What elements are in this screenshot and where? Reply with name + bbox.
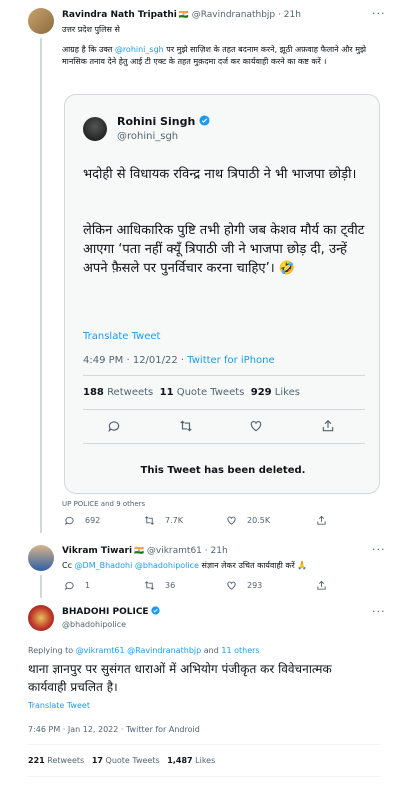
author-name[interactable]: Vikram Tiwari	[62, 546, 132, 556]
replying-others-link[interactable]: 11 others	[221, 646, 259, 655]
tweet-body: आग्रह है कि उक्त @rohini_sgh पर मुझे साज…	[62, 44, 380, 68]
author-handle[interactable]: @rohini_sgh	[117, 131, 178, 142]
reply-action[interactable]: 1	[64, 580, 90, 591]
translate-tweet-link[interactable]: Translate Tweet	[28, 701, 90, 710]
reply-action[interactable]: 692	[64, 515, 100, 526]
author-name[interactable]: Rohini Singh	[117, 115, 195, 128]
deleted-notice: This Tweet has been deleted.	[140, 465, 306, 476]
replying-to: Replying to @vikramt61 @Ravindranathbjp …	[28, 646, 260, 655]
quoted-timestamp: 4:49 PM · 12/01/22 · Twitter for iPhone	[83, 355, 275, 366]
tweet-header: Vikram Tiwari 🇮🇳 @vikramt61 · 21h	[62, 546, 228, 556]
main-header: BHADOHI POLICE	[62, 606, 161, 617]
author-name[interactable]: Ravindra Nath Tripathi	[62, 10, 177, 20]
mention-link[interactable]: @bhadohipolice	[135, 561, 199, 570]
more-icon[interactable]: ···	[372, 7, 386, 20]
divider	[83, 375, 365, 376]
like-action[interactable]: 20.5K	[226, 515, 270, 526]
retweet-action[interactable]: 7.7K	[144, 515, 183, 526]
tweet-time[interactable]: · 21h	[205, 546, 228, 556]
likes-label[interactable]: Likes	[275, 387, 300, 398]
retweet-icon[interactable]	[144, 515, 155, 526]
quoted-para-2: लेकिन आधिकारिक पुष्टि तभी होगी जब केशव म…	[83, 223, 365, 276]
likes-label[interactable]: Likes	[195, 756, 215, 765]
like-icon[interactable]	[226, 580, 237, 591]
like-icon[interactable]	[226, 515, 237, 526]
reply-icon[interactable]	[107, 419, 121, 433]
retweets-count[interactable]: 221	[28, 756, 45, 765]
retweet-icon[interactable]	[144, 580, 155, 591]
more-icon[interactable]: ···	[372, 605, 386, 618]
like-icon[interactable]	[249, 419, 263, 433]
avatar[interactable]	[28, 545, 54, 571]
quoted-para-1: भदोही से विधायक रविन्द्र नाथ त्रिपाठी ने…	[83, 167, 357, 182]
retweets-label[interactable]: Retweets	[107, 387, 153, 398]
main-timestamp[interactable]: 7:46 PM · Jan 12, 2022 · Twitter for And…	[28, 725, 200, 734]
like-count: 20.5K	[247, 516, 271, 525]
retweets-count[interactable]: 188	[83, 387, 104, 398]
mention-link[interactable]: @DM_Bhadohi	[75, 561, 133, 570]
avatar[interactable]	[28, 605, 54, 631]
retweets-label[interactable]: Retweets	[47, 756, 84, 765]
like-action[interactable]: 293	[226, 580, 262, 591]
avatar[interactable]	[28, 8, 54, 34]
client-link[interactable]: Twitter for iPhone	[187, 355, 274, 366]
verified-icon	[151, 606, 161, 615]
flag: 🇮🇳	[134, 546, 145, 555]
main-body: थाना ज्ञानपुर पर सुसंगत धाराओं में अभियो…	[28, 662, 332, 694]
tweet-time[interactable]: · 21h	[278, 10, 301, 20]
quotes-count[interactable]: 17	[92, 756, 103, 765]
main-stats: 221 Retweets 17 Quote Tweets 1,487 Likes	[28, 756, 215, 765]
quotes-label[interactable]: Quote Tweets	[177, 387, 245, 398]
liked-by[interactable]: UP POLICE and 9 others	[62, 500, 145, 508]
timestamp-text[interactable]: 4:49 PM · 12/01/22 ·	[83, 355, 187, 366]
quotes-label[interactable]: Quote Tweets	[106, 756, 160, 765]
author-handle[interactable]: @vikramt61	[147, 546, 202, 556]
thread-line	[40, 575, 42, 598]
more-icon[interactable]: ···	[372, 543, 386, 556]
retweet-action[interactable]: 36	[144, 580, 175, 591]
quoted-actions	[83, 417, 365, 435]
divider	[28, 776, 380, 777]
reply-icon[interactable]	[64, 580, 75, 591]
quotes-count[interactable]: 11	[160, 387, 174, 398]
retweet-count: 7.7K	[165, 516, 183, 525]
retweet-icon[interactable]	[179, 419, 193, 433]
like-count: 293	[247, 581, 263, 590]
tweet-actions: 692 7.7K 20.5K	[62, 515, 382, 529]
tweet-actions: 1 36 293	[62, 580, 382, 594]
quoted-author: Rohini Singh	[117, 115, 210, 128]
share-icon[interactable]	[321, 419, 335, 433]
thread-line	[40, 38, 42, 533]
replying-users-link[interactable]: @vikramt61 @Ravindranathbjp	[76, 646, 202, 655]
author-name[interactable]: BHADOHI POLICE	[62, 607, 149, 617]
body-text: Cc	[62, 561, 75, 570]
quoted-stats: 188 Retweets 11 Quote Tweets 929 Likes	[83, 387, 300, 398]
replying-and: and	[201, 646, 222, 655]
replying-prefix: Replying to	[28, 646, 76, 655]
author-handle[interactable]: @bhadohipolice	[62, 620, 126, 629]
likes-count[interactable]: 1,487	[167, 756, 192, 765]
translate-tweet-link[interactable]: Translate Tweet	[83, 331, 160, 342]
tweet-reply-context: उत्तर प्रदेश पुलिस से	[62, 25, 120, 34]
author-handle[interactable]: @Ravindranathbjp	[192, 10, 275, 20]
retweet-count: 36	[165, 581, 176, 590]
divider	[83, 443, 365, 444]
reply-icon[interactable]	[64, 515, 75, 526]
share-icon[interactable]	[316, 515, 327, 526]
body-text: संज्ञान लेकर उचित कार्यवाही करें 🙏	[198, 561, 308, 570]
mention-link[interactable]: @rohini_sgh	[115, 45, 164, 54]
quoted-tweet-card[interactable]: Rohini Singh @rohini_sgh भदोही से विधायक…	[64, 94, 380, 494]
tweet-body: Cc @DM_Bhadohi @bhadohipolice संज्ञान ले…	[62, 560, 380, 572]
divider	[28, 744, 380, 745]
tweet-header: Ravindra Nath Tripathi 🇮🇳 @Ravindranathbj…	[62, 10, 301, 20]
reply-count: 1	[85, 581, 91, 590]
body-text: आग्रह है कि उक्त	[62, 45, 115, 54]
divider	[83, 409, 365, 410]
avatar[interactable]	[83, 117, 107, 141]
likes-count[interactable]: 929	[251, 387, 272, 398]
share-icon[interactable]	[316, 580, 327, 591]
verified-icon	[199, 115, 210, 126]
reply-count: 692	[85, 516, 101, 525]
flag: 🇮🇳	[178, 10, 189, 19]
